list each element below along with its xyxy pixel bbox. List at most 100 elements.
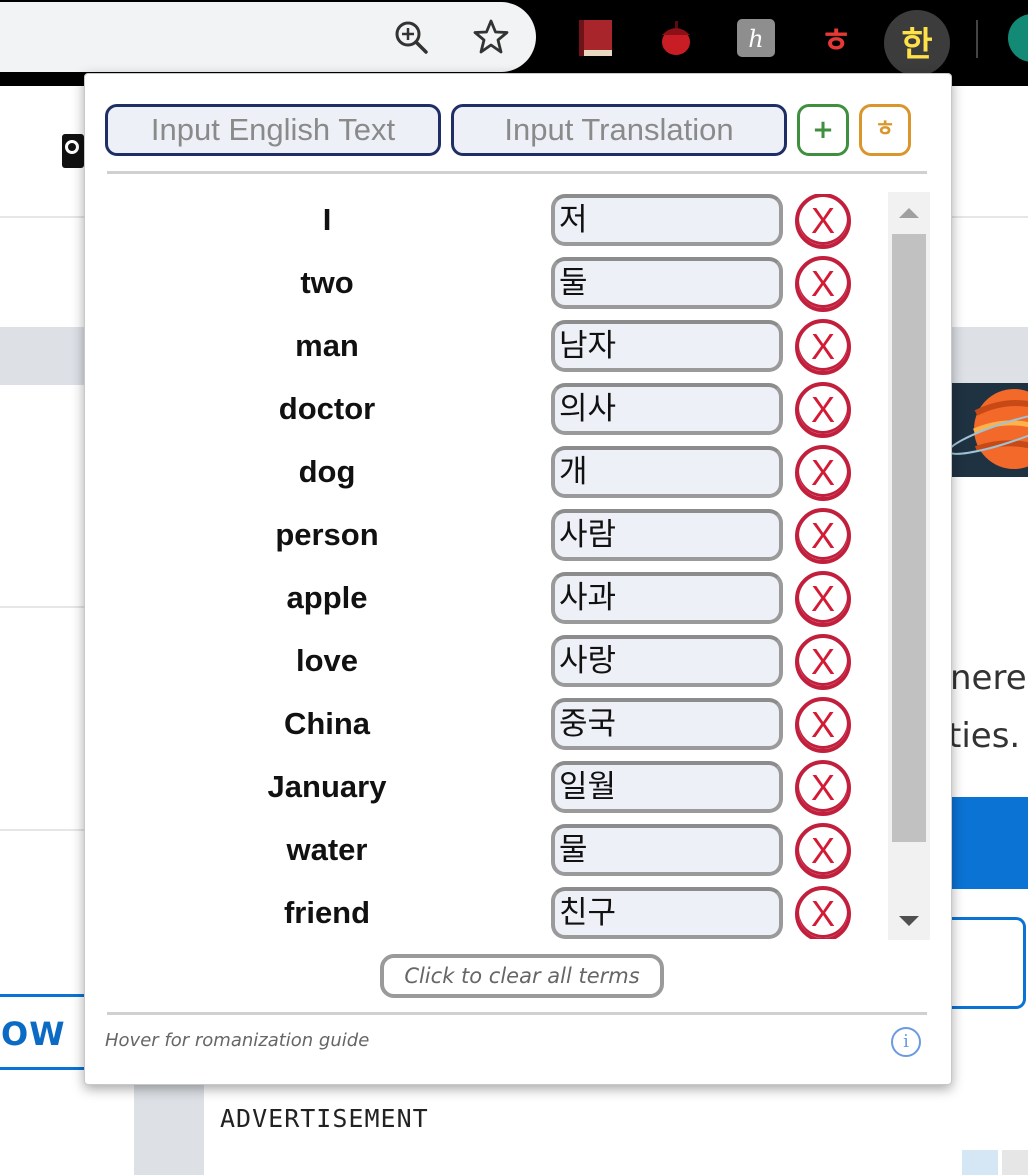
- advertisement-label: ADVERTISEMENT: [220, 1104, 429, 1133]
- k-icon[interactable]: ℎ: [736, 18, 776, 58]
- add-term-button[interactable]: +: [797, 104, 849, 156]
- english-term: love: [295, 643, 359, 678]
- romanization-guide-note[interactable]: Hover for romanization guide: [105, 1030, 369, 1051]
- delete-x-icon: X: [810, 767, 835, 808]
- term-row: love 사랑 X: [107, 634, 887, 698]
- english-term: two: [300, 265, 354, 300]
- delete-term-button[interactable]: X: [795, 256, 851, 312]
- term-row: two 둘 X: [107, 256, 887, 320]
- delete-x-icon: X: [810, 578, 835, 619]
- translation-field[interactable]: 중국: [551, 698, 783, 750]
- footer-divider: [107, 1012, 927, 1015]
- term-row: person 사람 X: [107, 508, 887, 572]
- translation-field[interactable]: 사과: [551, 572, 783, 624]
- delete-x-icon: X: [810, 200, 835, 241]
- english-term: dog: [298, 454, 356, 489]
- translation-field[interactable]: 사랑: [551, 635, 783, 687]
- page-text-fragment: ties.: [948, 716, 1021, 756]
- english-term: I: [322, 202, 332, 237]
- english-term: person: [275, 517, 379, 552]
- hangul-icon[interactable]: ㅎ: [816, 18, 856, 61]
- acorn-icon[interactable]: [656, 18, 696, 58]
- vocabulary-popup: + ㅎ I저Xtwo둘Xman남자Xdoctor의사Xdog개Xperson사람…: [84, 73, 952, 1085]
- delete-term-button[interactable]: X: [795, 319, 851, 375]
- delete-x-icon: X: [810, 893, 835, 934]
- delete-x-icon: X: [810, 704, 835, 745]
- english-term: water: [286, 832, 368, 867]
- translation-input[interactable]: [451, 104, 787, 156]
- ad-choices-icon[interactable]: [962, 1150, 998, 1175]
- delete-term-button[interactable]: X: [795, 382, 851, 438]
- english-term: friend: [283, 895, 371, 930]
- ad-close-icon[interactable]: [1002, 1150, 1028, 1175]
- term-row: apple 사과 X: [107, 571, 887, 635]
- delete-term-button[interactable]: X: [795, 634, 851, 690]
- delete-x-icon: X: [810, 641, 835, 682]
- page-gray-column: [134, 1082, 204, 1175]
- han-icon[interactable]: 한: [884, 10, 950, 76]
- term-list-scrollbar[interactable]: [888, 192, 930, 940]
- translation-field[interactable]: 일월: [551, 761, 783, 813]
- term-list[interactable]: I 저 Xtwo 둘 Xman 남자 Xdoctor 의사 Xdog 개 Xperson 사람 Xapp…: [107, 194, 887, 939]
- delete-term-button[interactable]: X: [795, 697, 851, 753]
- planet-image: [946, 383, 1028, 477]
- term-row: dog 개 X: [107, 445, 887, 509]
- translation-field[interactable]: 물: [551, 824, 783, 876]
- svg-text:ℎ: ℎ: [748, 25, 763, 53]
- page-divider: [0, 829, 84, 831]
- delete-x-icon: X: [810, 452, 835, 493]
- translation-field[interactable]: 의사: [551, 383, 783, 435]
- translation-field[interactable]: 친구: [551, 887, 783, 939]
- english-term: man: [295, 328, 359, 363]
- page-left-button[interactable]: OW: [0, 994, 88, 1070]
- svg-text:한: 한: [901, 25, 932, 65]
- delete-term-button[interactable]: X: [795, 571, 851, 627]
- page-primary-button[interactable]: [940, 797, 1028, 889]
- page-text-fragment: nere: [950, 658, 1027, 698]
- profile-avatar[interactable]: [1008, 14, 1028, 62]
- book-icon[interactable]: [576, 18, 616, 58]
- delete-x-icon: X: [810, 830, 835, 871]
- delete-x-icon: X: [810, 389, 835, 430]
- star-icon[interactable]: [472, 18, 510, 56]
- term-row: friend 친구 X: [107, 886, 887, 939]
- address-bar[interactable]: [0, 2, 536, 72]
- english-term: apple: [286, 580, 368, 615]
- zoom-in-icon[interactable]: [392, 18, 430, 56]
- translation-field[interactable]: 개: [551, 446, 783, 498]
- term-row: China 중국 X: [107, 697, 887, 761]
- delete-term-button[interactable]: X: [795, 760, 851, 816]
- clear-all-terms-button[interactable]: Click to clear all terms: [380, 954, 664, 998]
- scroll-up-arrow-icon[interactable]: [899, 208, 919, 218]
- delete-term-button[interactable]: X: [795, 823, 851, 879]
- term-row: January 일월 X: [107, 760, 887, 824]
- translation-field[interactable]: 사람: [551, 509, 783, 561]
- delete-x-icon: X: [810, 263, 835, 304]
- header-divider: [107, 171, 927, 174]
- translation-field[interactable]: 남자: [551, 320, 783, 372]
- svg-text:ㅎ: ㅎ: [820, 21, 851, 58]
- page-secondary-button[interactable]: [940, 917, 1026, 1009]
- translation-field[interactable]: 저: [551, 194, 783, 246]
- english-text-input[interactable]: [105, 104, 441, 156]
- page-divider: [0, 606, 84, 608]
- toolbar-separator: [976, 20, 978, 58]
- delete-term-button[interactable]: X: [795, 886, 851, 939]
- english-term: doctor: [278, 391, 376, 426]
- delete-term-button[interactable]: X: [795, 508, 851, 564]
- english-term: China: [283, 706, 371, 741]
- translation-field[interactable]: 둘: [551, 257, 783, 309]
- term-row: man 남자 X: [107, 319, 887, 383]
- scrollbar-thumb[interactable]: [892, 234, 926, 842]
- info-icon[interactable]: i: [891, 1027, 921, 1057]
- term-row: water 물 X: [107, 823, 887, 887]
- delete-x-icon: X: [810, 326, 835, 367]
- hangul-keyboard-button[interactable]: ㅎ: [859, 104, 911, 156]
- term-row: I 저X: [107, 194, 887, 257]
- page-logo-icon: [62, 134, 84, 168]
- english-term: January: [267, 769, 387, 804]
- delete-term-button[interactable]: X: [795, 194, 851, 249]
- delete-term-button[interactable]: X: [795, 445, 851, 501]
- scroll-down-arrow-icon[interactable]: [899, 916, 919, 926]
- delete-x-icon: X: [810, 515, 835, 556]
